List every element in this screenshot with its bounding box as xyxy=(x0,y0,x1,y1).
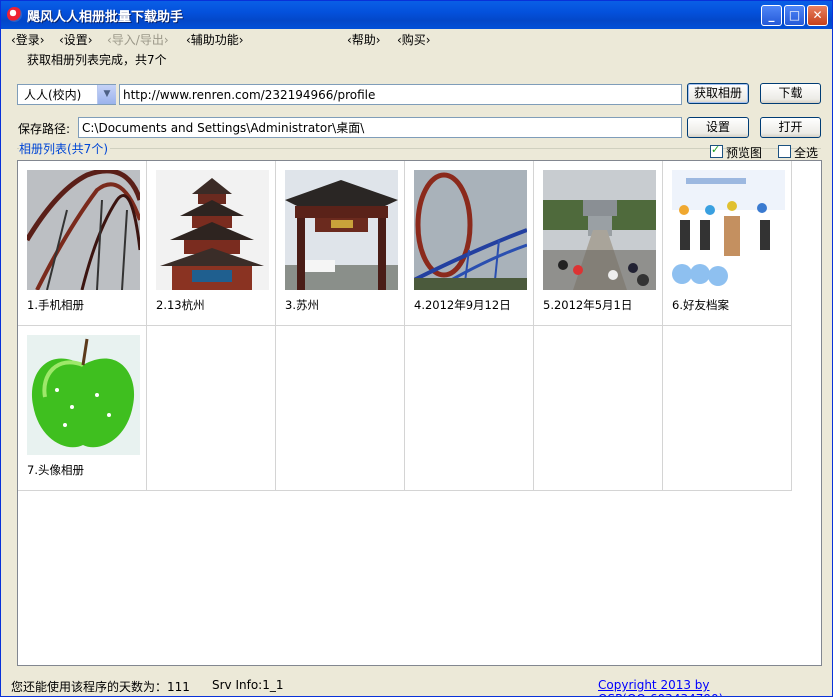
menu-buy[interactable]: ‹购买› xyxy=(397,31,431,48)
maximize-icon[interactable]: □ xyxy=(784,5,805,26)
save-path-input[interactable] xyxy=(78,117,682,138)
select-all-checkbox[interactable] xyxy=(778,145,791,158)
preview-label: 预览图 xyxy=(726,146,763,160)
album-caption: 6.好友档案 xyxy=(672,298,729,312)
status-bar: 您还能使用该程序的天数为：111 Srv Info:1_1 Copyright … xyxy=(1,673,832,696)
album-thumbnail-roller-coaster xyxy=(27,170,140,290)
save-path-label: 保存路径: xyxy=(18,122,71,136)
app-window: 飓风人人相册批量下载助手 _ □ ✕ ‹登录› ‹设置› ‹导入/导出› ‹辅助… xyxy=(0,0,833,697)
empty-cell xyxy=(663,326,792,491)
album-item-4[interactable]: 4.2012年9月12日 xyxy=(405,161,534,326)
album-thumbnail-friend-profile xyxy=(672,170,785,290)
open-folder-button[interactable]: 打开 xyxy=(760,117,821,138)
album-caption: 3.苏州 xyxy=(285,298,319,312)
menu-help[interactable]: ‹帮助› xyxy=(347,31,381,48)
album-item-5[interactable]: 5.2012年5月1日 xyxy=(534,161,663,326)
album-caption: 5.2012年5月1日 xyxy=(543,298,633,312)
source-select[interactable]: 人人(校内) xyxy=(17,84,116,105)
album-caption: 4.2012年9月12日 xyxy=(414,298,511,312)
empty-cell xyxy=(405,326,534,491)
settings-button[interactable]: 设置 xyxy=(687,117,749,138)
download-button[interactable]: 下载 xyxy=(760,83,821,104)
status-message: 获取相册列表完成，共7个 xyxy=(27,53,167,67)
menu-settings[interactable]: ‹设置› xyxy=(59,31,93,48)
album-item-6[interactable]: 6.好友档案 xyxy=(663,161,792,326)
copyright-link[interactable]: Copyright 2013 by QSP(QQ:603434790) xyxy=(598,678,832,696)
select-all-label: 全选 xyxy=(794,146,819,160)
album-thumbnail-mausoleum xyxy=(543,170,656,290)
preview-checkbox[interactable] xyxy=(710,143,723,158)
fetch-albums-button[interactable]: 获取相册 xyxy=(687,83,749,104)
empty-cell xyxy=(147,326,276,491)
album-caption: 7.头像相册 xyxy=(27,463,84,477)
minimize-icon[interactable]: _ xyxy=(761,5,782,26)
album-gallery[interactable]: 1.手机相册 2.13杭州 3.苏州 4.2012年9月12日 5.2012年5… xyxy=(17,160,822,666)
title-bar[interactable]: 飓风人人相册批量下载助手 _ □ ✕ xyxy=(1,1,832,29)
album-caption: 1.手机相册 xyxy=(27,298,84,312)
empty-cell xyxy=(276,326,405,491)
album-caption: 2.13杭州 xyxy=(156,298,205,312)
album-thumbnail-gate xyxy=(285,170,398,290)
server-info: Srv Info:1_1 xyxy=(212,678,284,692)
days-remaining: 您还能使用该程序的天数为：111 xyxy=(11,680,190,694)
album-thumbnail-coaster-loop xyxy=(414,170,527,290)
album-item-3[interactable]: 3.苏州 xyxy=(276,161,405,326)
menu-login[interactable]: ‹登录› xyxy=(11,31,45,48)
window-title: 飓风人人相册批量下载助手 xyxy=(27,10,184,25)
album-item-2[interactable]: 2.13杭州 xyxy=(147,161,276,326)
empty-cell xyxy=(534,326,663,491)
menu-bar: ‹登录› ‹设置› ‹导入/导出› ‹辅助功能› ‹帮助› ‹购买› xyxy=(1,29,832,47)
close-icon[interactable]: ✕ xyxy=(807,5,828,26)
app-icon xyxy=(7,7,22,22)
album-item-1[interactable]: 1.手机相册 xyxy=(18,161,147,326)
url-input[interactable] xyxy=(119,84,682,105)
group-divider xyxy=(17,148,821,149)
album-thumbnail-pagoda xyxy=(156,170,269,290)
album-list-title: 相册列表(共7个) xyxy=(19,140,110,157)
menu-tools[interactable]: ‹辅助功能› xyxy=(186,31,244,48)
menu-import-export[interactable]: ‹导入/导出› xyxy=(107,31,169,48)
album-item-7[interactable]: 7.头像相册 xyxy=(18,326,147,491)
album-thumbnail-green-apple xyxy=(27,335,140,455)
